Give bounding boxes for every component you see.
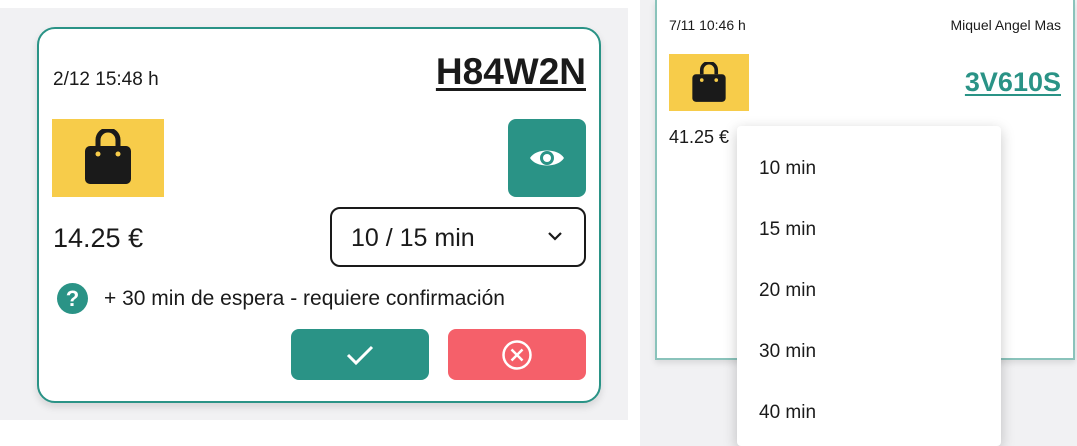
- dropdown-option-10-min[interactable]: 10 min: [759, 158, 816, 180]
- eye-icon: [530, 150, 564, 166]
- prep-time-select[interactable]: 10 / 15 min: [330, 207, 586, 267]
- order-card-expanded: 2/12 15:48 h H84W2N 14.25 € 10 / 15 min …: [37, 27, 601, 403]
- shopping-bag-icon: [692, 61, 726, 102]
- order-datetime: 2/12 15:48 h: [53, 69, 159, 90]
- order-datetime: 7/11 10:46 h: [669, 17, 746, 33]
- confirm-order-button[interactable]: [291, 329, 429, 380]
- order-price: 14.25 €: [53, 223, 144, 253]
- order-code-link[interactable]: H84W2N: [436, 51, 586, 93]
- cancel-circle-icon: [502, 339, 532, 370]
- customer-name: Miquel Angel Mas: [950, 17, 1061, 33]
- dropdown-option-20-min[interactable]: 20 min: [759, 280, 816, 302]
- dropdown-option-30-min[interactable]: 30 min: [759, 341, 816, 363]
- prep-time-select-value: 10 / 15 min: [351, 224, 475, 252]
- shopping-bag-icon: [85, 129, 131, 184]
- order-type-badge: [52, 119, 164, 197]
- wait-notice: ? + 30 min de espera - requiere confirma…: [57, 283, 505, 314]
- question-circle-icon[interactable]: ?: [57, 283, 88, 314]
- wait-notice-text: + 30 min de espera - requiere confirmaci…: [104, 286, 505, 310]
- check-icon: [346, 345, 374, 365]
- order-price: 41.25 €: [669, 127, 730, 147]
- prep-time-dropdown-menu: 10 min 15 min 20 min 30 min 40 min: [737, 126, 1001, 446]
- order-code-link[interactable]: 3V610S: [965, 67, 1061, 98]
- chevron-down-icon: [548, 232, 562, 241]
- view-details-button[interactable]: [508, 119, 586, 197]
- reject-order-button[interactable]: [448, 329, 586, 380]
- dropdown-option-40-min[interactable]: 40 min: [759, 402, 816, 424]
- dropdown-option-15-min[interactable]: 15 min: [759, 219, 816, 241]
- order-type-badge: [669, 54, 749, 111]
